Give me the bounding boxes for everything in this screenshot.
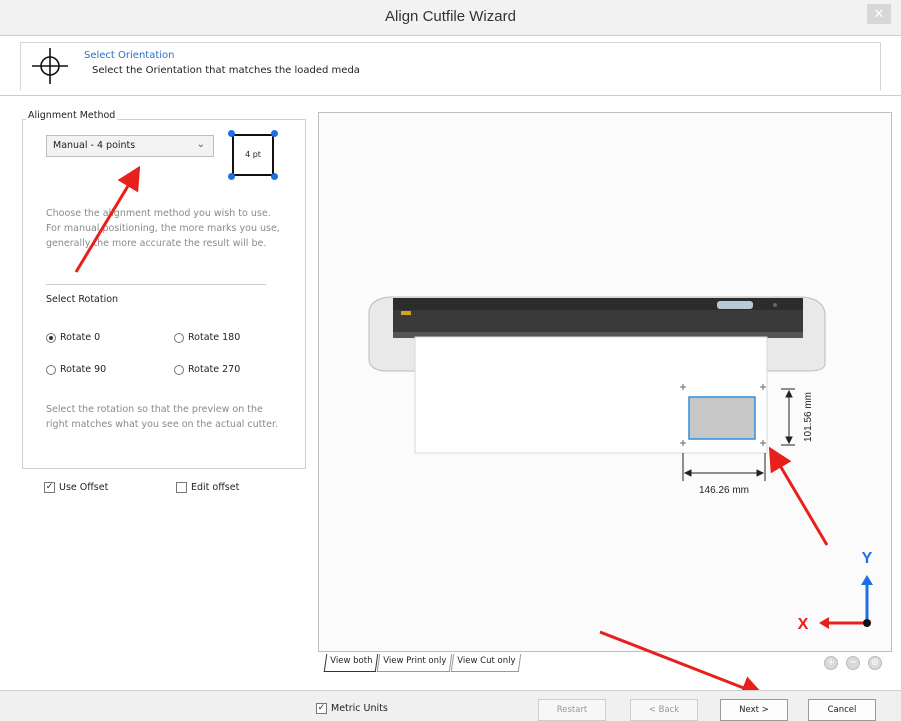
view-tabs: View both View Print only View Cut only — [323, 654, 522, 672]
back-button[interactable]: < Back — [630, 699, 698, 721]
cancel-button[interactable]: Cancel — [808, 699, 876, 721]
tab-view-cut-only[interactable]: View Cut only — [451, 654, 522, 672]
tab-view-print-only[interactable]: View Print only — [376, 654, 453, 672]
metric-units-label: Metric Units — [331, 703, 388, 714]
annotation-arrow-icon — [599, 630, 766, 699]
tab-view-both-label: View both — [330, 656, 373, 666]
metric-units-checkbox[interactable]: ✓ Metric Units — [316, 703, 388, 714]
next-button[interactable]: Next > — [720, 699, 788, 721]
tab-view-both[interactable]: View both — [323, 654, 379, 672]
zoom-out-icon[interactable]: − — [846, 656, 860, 670]
annotation-arrow-icon — [74, 165, 141, 273]
restart-button[interactable]: Restart — [538, 699, 606, 721]
wizard-footer: ✓ Metric Units Restart < Back Next > Can… — [0, 690, 901, 721]
annotation-overlay — [74, 165, 766, 699]
tab-view-print-label: View Print only — [383, 656, 447, 666]
tab-view-cut-label: View Cut only — [457, 656, 516, 666]
checkmark-icon: ✓ — [316, 703, 327, 714]
zoom-in-icon[interactable]: + — [824, 656, 838, 670]
zoom-fit-icon[interactable]: ⊕ — [868, 656, 882, 670]
